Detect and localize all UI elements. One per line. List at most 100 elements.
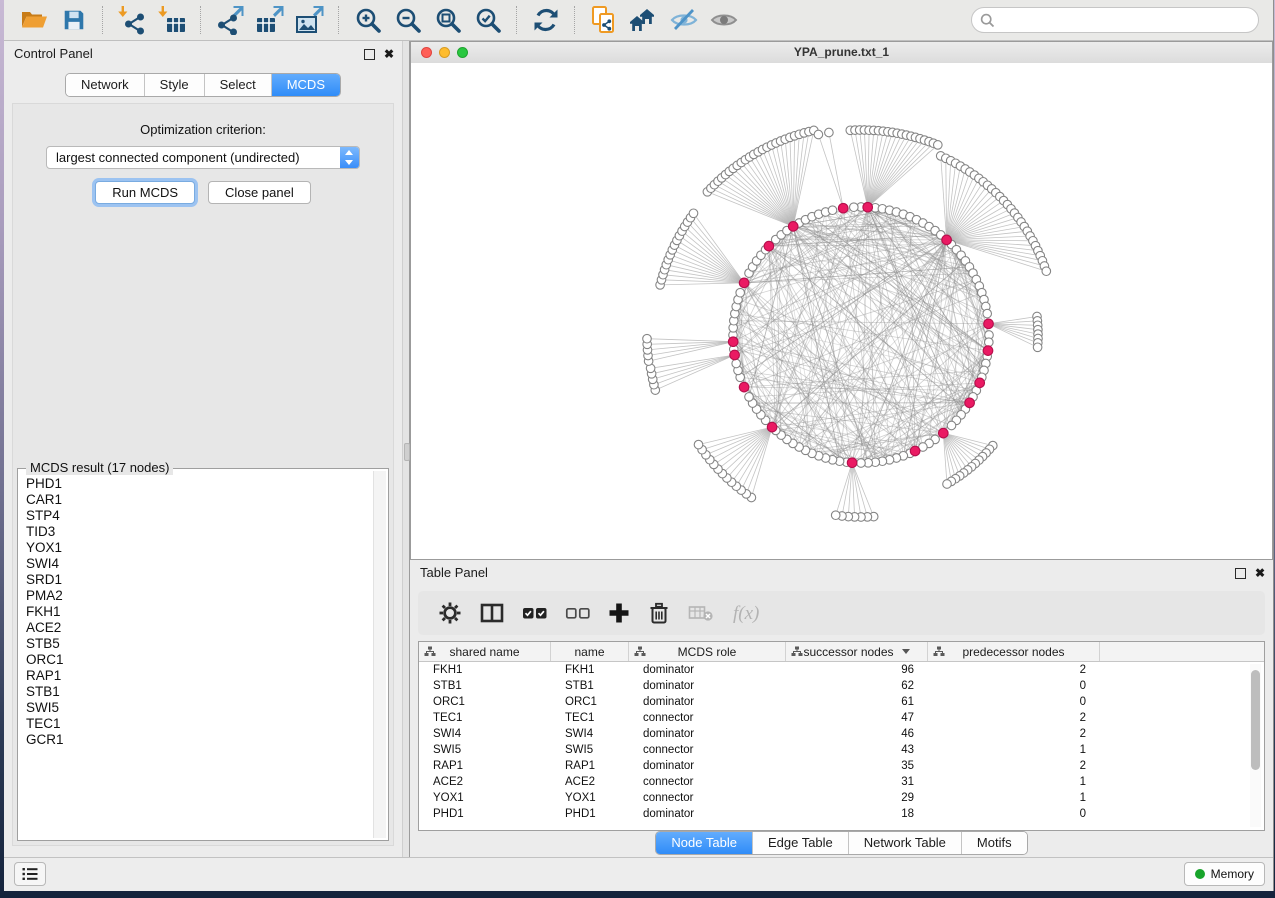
network-leaf-node[interactable] xyxy=(814,130,823,139)
table-row[interactable]: SWI5SWI5connector431 xyxy=(419,742,1264,758)
network-graph[interactable] xyxy=(411,63,1272,559)
mcds-result-list[interactable]: PHD1CAR1STP4TID3YOX1SWI4SRD1PMA2FKH1ACE2… xyxy=(20,471,373,838)
zoom-out-button[interactable] xyxy=(390,3,426,37)
mcds-result-item[interactable]: STB5 xyxy=(26,636,373,652)
zoom-in-button[interactable] xyxy=(350,3,386,37)
mcds-result-item[interactable]: STP4 xyxy=(26,508,373,524)
column-header-shared-name[interactable]: shared name xyxy=(419,642,551,661)
network-node[interactable] xyxy=(983,309,992,318)
zoom-fit-button[interactable] xyxy=(430,3,466,37)
toggle-columns-button[interactable] xyxy=(479,602,505,624)
deselect-all-rows-button[interactable] xyxy=(565,604,591,622)
table-row[interactable]: YOX1YOX1connector291 xyxy=(419,790,1264,806)
column-header-name[interactable]: name xyxy=(551,642,629,661)
float-table-panel-icon[interactable] xyxy=(1235,568,1246,579)
open-session-button[interactable] xyxy=(16,3,52,37)
refresh-layout-button[interactable] xyxy=(528,3,564,37)
network-dominator-node[interactable] xyxy=(939,428,949,438)
hide-selected-button[interactable] xyxy=(666,3,702,37)
mcds-result-item[interactable]: TEC1 xyxy=(26,716,373,732)
network-dominator-node[interactable] xyxy=(764,241,774,251)
network-dominator-node[interactable] xyxy=(965,398,975,408)
export-table-button[interactable] xyxy=(252,3,288,37)
mcds-result-item[interactable]: FKH1 xyxy=(26,604,373,620)
mcds-result-item[interactable]: CAR1 xyxy=(26,492,373,508)
table-tab-edge-table[interactable]: Edge Table xyxy=(752,832,848,854)
import-table-button[interactable] xyxy=(154,3,190,37)
table-row[interactable]: STB1STB1dominator620 xyxy=(419,678,1264,694)
first-neighbors-button[interactable] xyxy=(626,3,662,37)
network-leaf-node[interactable] xyxy=(689,209,698,218)
network-leaf-node[interactable] xyxy=(825,128,834,137)
mcds-result-item[interactable]: ACE2 xyxy=(26,620,373,636)
column-header-predecessor-nodes[interactable]: predecessor nodes xyxy=(928,642,1100,661)
network-leaf-node[interactable] xyxy=(1033,343,1042,352)
export-image-button[interactable] xyxy=(292,3,328,37)
tab-style[interactable]: Style xyxy=(144,74,204,96)
network-dominator-node[interactable] xyxy=(975,378,985,388)
memory-button[interactable]: Memory xyxy=(1184,862,1265,886)
minimize-window-icon[interactable] xyxy=(439,47,450,58)
search-input[interactable] xyxy=(971,7,1259,33)
close-panel-icon[interactable]: ✖ xyxy=(384,49,394,59)
run-mcds-button[interactable]: Run MCDS xyxy=(95,181,195,204)
table-tab-network-table[interactable]: Network Table xyxy=(848,832,961,854)
mcds-result-item[interactable]: SWI5 xyxy=(26,700,373,716)
import-network-button[interactable] xyxy=(114,3,150,37)
network-node[interactable] xyxy=(732,359,741,368)
network-dominator-node[interactable] xyxy=(983,346,993,356)
table-tab-motifs[interactable]: Motifs xyxy=(961,832,1027,854)
table-row[interactable]: TEC1TEC1connector472 xyxy=(419,710,1264,726)
table-row[interactable]: ORC1ORC1dominator610 xyxy=(419,694,1264,710)
close-panel-button[interactable]: Close panel xyxy=(208,181,311,204)
zoom-selected-button[interactable] xyxy=(470,3,506,37)
mcds-result-item[interactable]: ORC1 xyxy=(26,652,373,668)
network-node[interactable] xyxy=(828,206,837,215)
table-tab-node-table[interactable]: Node Table xyxy=(656,832,752,854)
network-dominator-node[interactable] xyxy=(739,382,749,392)
optimization-criterion-select[interactable]: largest connected component (undirected) xyxy=(46,146,360,169)
mcds-result-item[interactable]: SRD1 xyxy=(26,572,373,588)
show-all-button[interactable] xyxy=(706,3,742,37)
maximize-window-icon[interactable] xyxy=(457,47,468,58)
save-session-button[interactable] xyxy=(56,3,92,37)
column-header-successor-nodes[interactable]: successor nodes xyxy=(786,642,928,661)
network-dominator-node[interactable] xyxy=(863,202,873,212)
mcds-result-item[interactable]: GCR1 xyxy=(26,732,373,748)
tab-mcds[interactable]: MCDS xyxy=(271,74,340,96)
network-leaf-node[interactable] xyxy=(694,440,703,449)
network-dominator-node[interactable] xyxy=(910,446,920,456)
mcds-result-item[interactable]: RAP1 xyxy=(26,668,373,684)
network-dominator-node[interactable] xyxy=(728,337,738,347)
network-leaf-node[interactable] xyxy=(643,334,652,343)
network-leaf-node[interactable] xyxy=(943,480,952,489)
network-view[interactable] xyxy=(411,63,1272,559)
network-node[interactable] xyxy=(850,203,859,212)
mcds-list-scrollbar[interactable] xyxy=(373,471,386,838)
float-panel-icon[interactable] xyxy=(364,49,375,60)
clone-network-button[interactable] xyxy=(586,3,622,37)
network-leaf-node[interactable] xyxy=(831,511,840,520)
mcds-result-item[interactable]: TID3 xyxy=(26,524,373,540)
network-leaf-node[interactable] xyxy=(1042,267,1051,276)
task-history-button[interactable] xyxy=(14,862,46,886)
column-settings-button[interactable] xyxy=(438,601,462,625)
network-node[interactable] xyxy=(947,421,956,430)
table-row[interactable]: ACE2ACE2connector311 xyxy=(419,774,1264,790)
network-dominator-node[interactable] xyxy=(847,458,857,468)
tab-select[interactable]: Select xyxy=(204,74,271,96)
network-dominator-node[interactable] xyxy=(984,319,994,329)
network-node[interactable] xyxy=(745,393,754,402)
network-leaf-node[interactable] xyxy=(934,141,943,150)
network-node[interactable] xyxy=(736,288,745,297)
scrollbar-thumb[interactable] xyxy=(1251,670,1260,770)
network-dominator-node[interactable] xyxy=(730,350,740,360)
close-window-icon[interactable] xyxy=(421,47,432,58)
column-header-MCDS-role[interactable]: MCDS role xyxy=(629,642,786,661)
network-dominator-node[interactable] xyxy=(767,422,777,432)
mcds-result-item[interactable]: STB1 xyxy=(26,684,373,700)
add-column-button[interactable] xyxy=(608,602,630,624)
mcds-result-item[interactable]: SWI4 xyxy=(26,556,373,572)
network-node[interactable] xyxy=(857,459,866,468)
table-row[interactable]: FKH1FKH1dominator962 xyxy=(419,662,1264,678)
